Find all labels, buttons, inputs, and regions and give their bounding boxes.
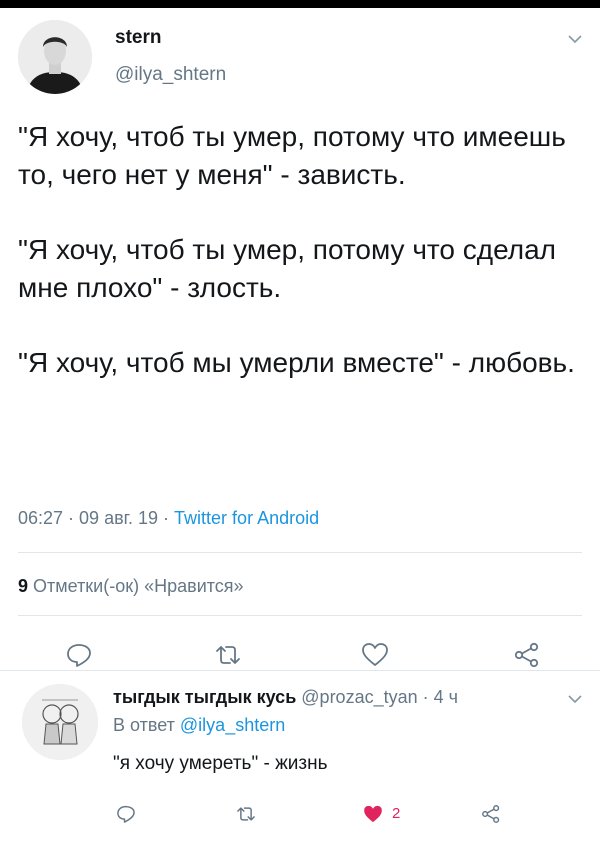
reply-share-button[interactable] xyxy=(480,803,502,825)
likes-count: 9 xyxy=(18,576,29,596)
meta-separator: · xyxy=(158,508,175,528)
reply-to-line: В ответ @ilya_shtern xyxy=(113,715,285,736)
share-button[interactable] xyxy=(512,640,542,670)
reply-like-count: 2 xyxy=(392,805,401,822)
speech-bubble-icon xyxy=(67,644,91,667)
reply-author-avatar[interactable] xyxy=(22,684,98,760)
tweet-paragraph: "Я хочу, чтоб ты умер, потому что сделал… xyxy=(18,234,557,303)
tweet-paragraph: "Я хочу, чтоб мы умерли вместе" - любовь… xyxy=(18,347,575,378)
reply-time: · 4 ч xyxy=(422,687,459,707)
likes-summary[interactable]: 9 Отметки(-ок) «Нравится» xyxy=(18,576,244,597)
reply-to-handle[interactable]: @ilya_shtern xyxy=(180,715,285,735)
meta-separator: · xyxy=(63,508,80,528)
reply-to-prefix: В ответ xyxy=(113,715,175,735)
reply-reply-button[interactable] xyxy=(115,803,137,825)
share-icon xyxy=(482,805,500,823)
retweet-icon xyxy=(237,807,255,821)
divider xyxy=(18,615,582,616)
share-icon xyxy=(514,642,539,668)
reply-author-name[interactable]: тыгдык тыгдык кусь xyxy=(113,687,296,707)
tweet-text: "Я хочу, чтоб ты умер, потому что имеешь… xyxy=(18,118,583,382)
reply-button[interactable] xyxy=(64,640,94,670)
reply-like-button[interactable] xyxy=(362,803,384,825)
author-avatar[interactable] xyxy=(18,20,92,94)
tweet-meta: 06:27 · 09 авг. 19 · Twitter for Android xyxy=(18,508,319,529)
author-handle[interactable]: @ilya_shtern xyxy=(115,64,226,86)
divider xyxy=(18,552,582,553)
author-name[interactable]: stern xyxy=(115,27,161,49)
likes-label: Отметки(-ок) «Нравится» xyxy=(33,576,244,596)
retweet-icon xyxy=(216,646,240,664)
chevron-down-icon[interactable] xyxy=(566,690,584,708)
divider xyxy=(0,670,600,671)
tweet-time: 06:27 xyxy=(18,508,64,528)
speech-bubble-icon xyxy=(117,805,135,823)
retweet-button[interactable] xyxy=(213,640,243,670)
reply-text: "я хочу умереть" - жизнь xyxy=(113,753,328,774)
reply-retweet-button[interactable] xyxy=(235,803,257,825)
heart-icon xyxy=(364,805,382,823)
heart-icon xyxy=(362,643,388,666)
status-bar-edge xyxy=(0,0,600,8)
reply-header: тыгдык тыгдык кусь @prozac_tyan · 4 ч xyxy=(113,687,458,708)
chevron-down-icon[interactable] xyxy=(566,30,584,48)
reply-author-handle[interactable]: @prozac_tyan xyxy=(301,687,417,707)
like-button[interactable] xyxy=(360,640,390,670)
tweet-paragraph: "Я хочу, чтоб ты умер, потому что имеешь… xyxy=(18,121,566,190)
tweet-date: 09 авг. 19 xyxy=(79,508,159,528)
tweet-source-link[interactable]: Twitter for Android xyxy=(174,508,319,528)
